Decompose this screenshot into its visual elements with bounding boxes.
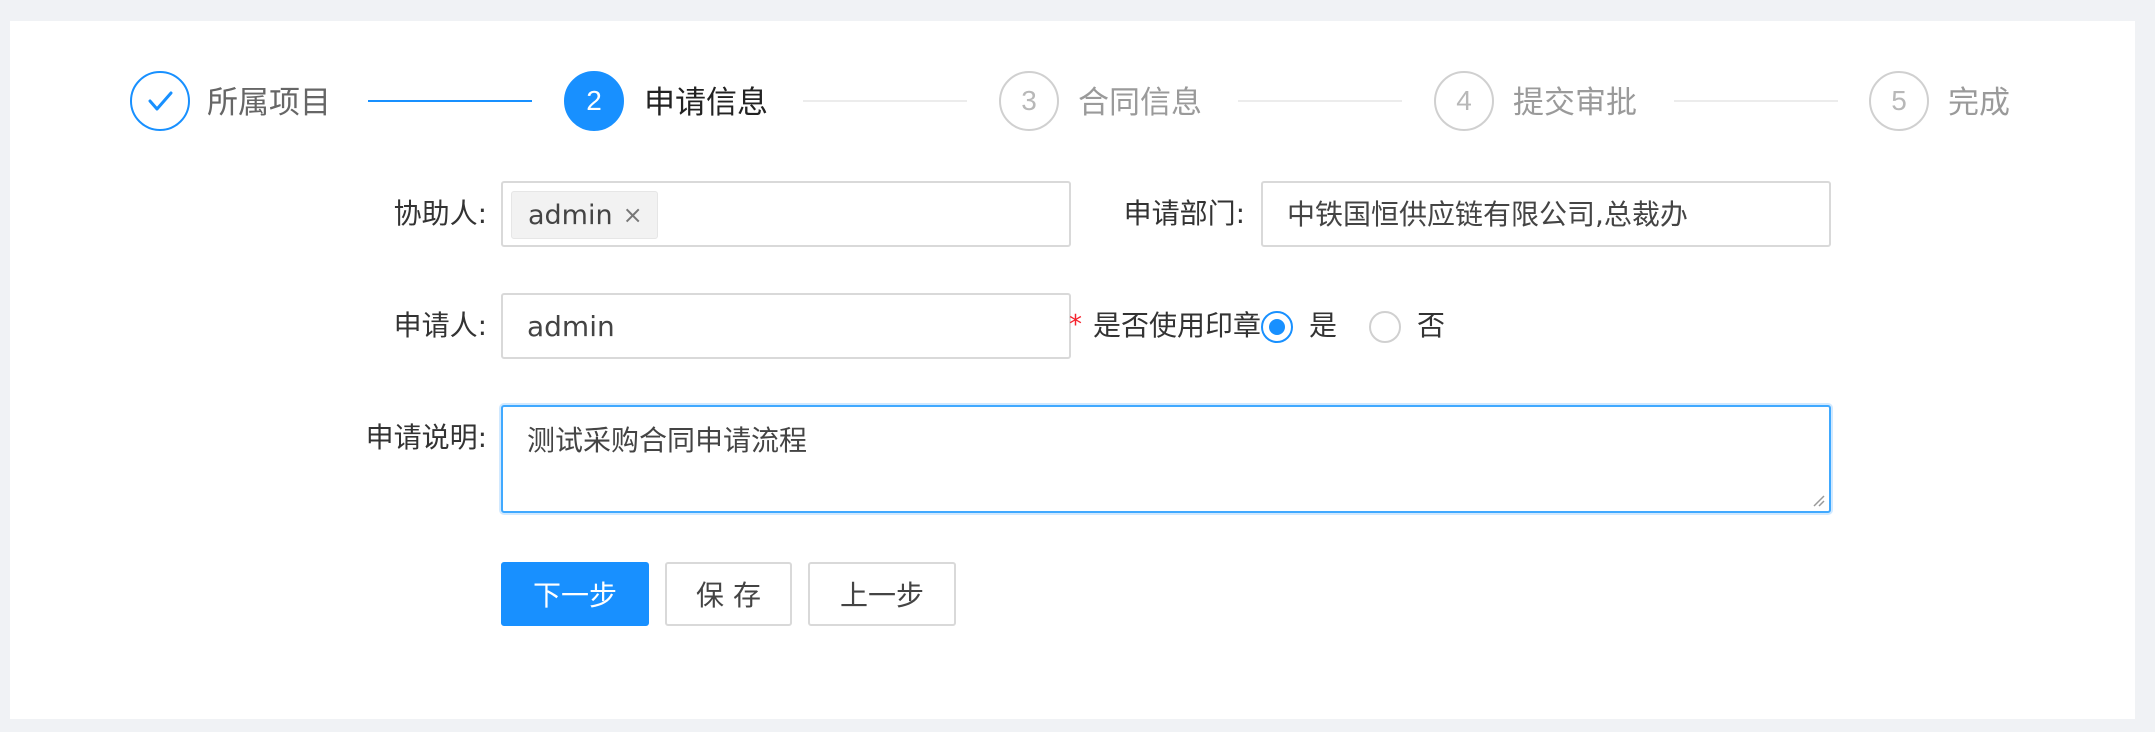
next-button[interactable]: 下一步 xyxy=(501,562,649,626)
form-card xyxy=(10,21,2135,719)
step-line-1 xyxy=(368,100,532,102)
assistant-select[interactable]: admin × xyxy=(501,181,1071,247)
prev-button[interactable]: 上一步 xyxy=(808,562,956,626)
seal-yes-label[interactable]: 是 xyxy=(1309,306,1337,346)
applicant-input[interactable]: admin xyxy=(501,293,1071,359)
assistant-label: 协助人: xyxy=(393,197,487,230)
step-5-circle: 5 xyxy=(1869,71,1929,131)
seal-no-label[interactable]: 否 xyxy=(1417,306,1445,346)
seal-yes-radio[interactable] xyxy=(1261,311,1293,343)
tag-close-icon[interactable]: × xyxy=(623,201,643,229)
seal-no-radio[interactable] xyxy=(1369,311,1401,343)
required-mark: * xyxy=(1069,310,1082,340)
department-value: 中铁国恒供应链有限公司,总裁办 xyxy=(1287,198,1688,231)
step-3-circle: 3 xyxy=(999,71,1059,131)
step-2-circle: 2 xyxy=(564,71,624,131)
department-label: 申请部门: xyxy=(1123,197,1245,230)
description-textarea[interactable]: 测试采购合同申请流程 xyxy=(501,405,1831,513)
step-3-label[interactable]: 合同信息 xyxy=(1078,83,1202,123)
applicant-value: admin xyxy=(527,310,615,343)
step-line-4 xyxy=(1674,100,1838,102)
department-input[interactable]: 中铁国恒供应链有限公司,总裁办 xyxy=(1261,181,1831,247)
step-4-label[interactable]: 提交审批 xyxy=(1513,83,1637,123)
save-button[interactable]: 保 存 xyxy=(665,562,792,626)
assistant-tag-text: admin xyxy=(528,199,613,231)
applicant-label: 申请人: xyxy=(393,309,487,342)
step-5-label[interactable]: 完成 xyxy=(1948,83,2010,123)
step-line-3 xyxy=(1238,100,1402,102)
step-4-circle: 4 xyxy=(1434,71,1494,131)
seal-label: 是否使用印章 xyxy=(1093,309,1262,342)
step-2-label[interactable]: 申请信息 xyxy=(644,83,768,123)
description-value: 测试采购合同申请流程 xyxy=(527,424,808,457)
assistant-tag: admin × xyxy=(511,191,658,239)
description-label: 申请说明: xyxy=(365,421,487,454)
resize-handle-icon[interactable] xyxy=(1811,493,1825,507)
step-1-check-icon xyxy=(130,71,190,131)
step-line-2 xyxy=(803,100,967,102)
step-1-label[interactable]: 所属项目 xyxy=(207,83,331,123)
